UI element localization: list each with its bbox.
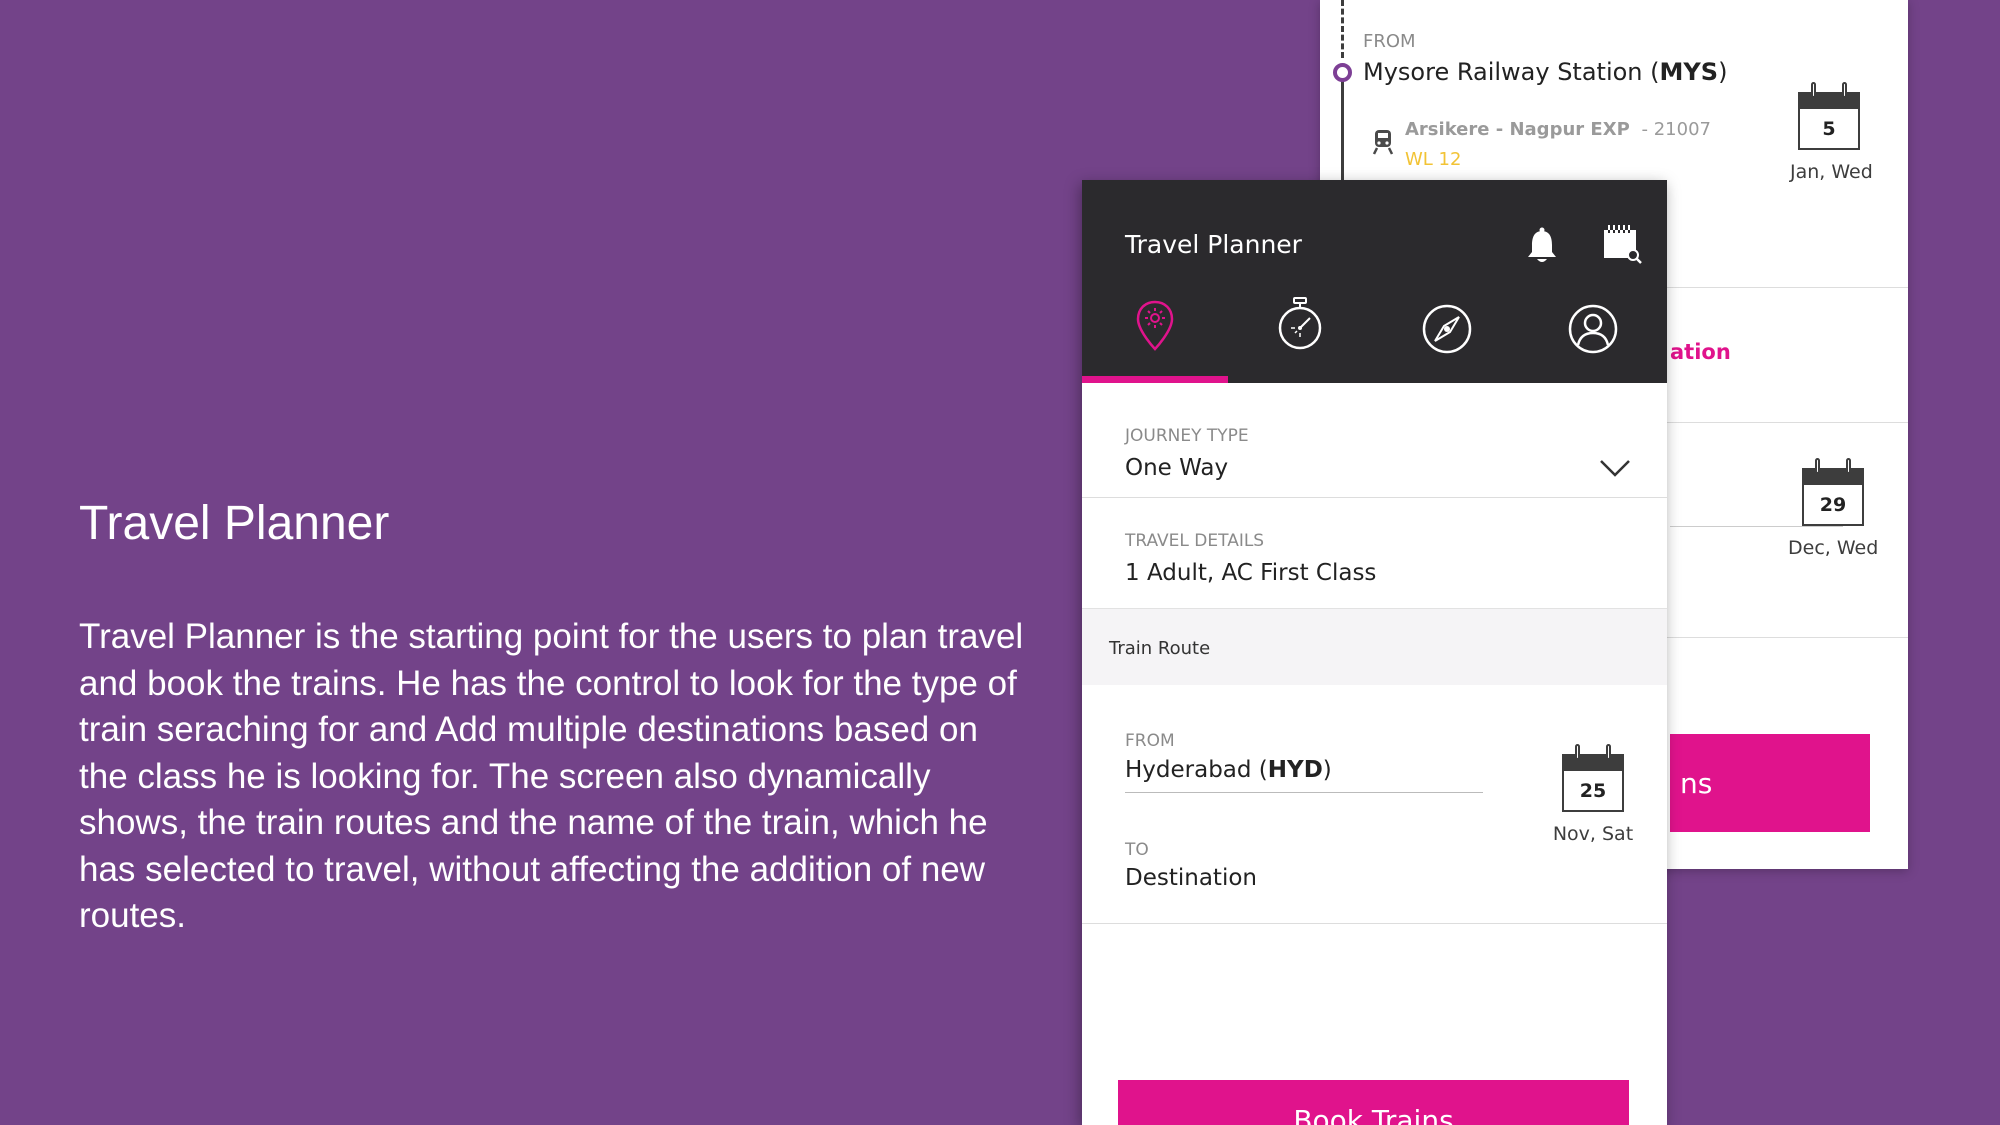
bell-icon[interactable] bbox=[1525, 226, 1559, 264]
tab-explore[interactable] bbox=[1374, 282, 1520, 383]
back-from-station: Mysore Railway Station (MYS) bbox=[1363, 58, 1727, 86]
train-name: Arsikere - Nagpur EXP bbox=[1405, 119, 1630, 140]
calendar-icon[interactable]: 29 bbox=[1802, 458, 1864, 526]
from-close: ) bbox=[1322, 757, 1332, 783]
from-underline bbox=[1125, 792, 1483, 793]
tab-history[interactable] bbox=[1228, 282, 1374, 383]
back-from-station-close: ) bbox=[1718, 58, 1728, 86]
back-date2-label: Dec, Wed bbox=[1788, 537, 1879, 559]
tab-profile[interactable] bbox=[1520, 282, 1667, 383]
to-label: TO bbox=[1125, 840, 1149, 860]
calendar-day: 25 bbox=[1562, 771, 1624, 812]
train-number: - 21007 bbox=[1641, 119, 1711, 140]
from-code: HYD bbox=[1267, 757, 1323, 783]
back-from-station-code: MYS bbox=[1659, 58, 1719, 86]
back-date1-label: Jan, Wed bbox=[1790, 161, 1873, 183]
profile-icon bbox=[1568, 304, 1618, 354]
back-from-label: FROM bbox=[1363, 31, 1416, 52]
from-label: FROM bbox=[1125, 731, 1175, 751]
from-city: Hyderabad ( bbox=[1125, 757, 1268, 783]
train-route-section-header: Train Route bbox=[1082, 608, 1667, 685]
train-info: Arsikere - Nagpur EXP - 21007 bbox=[1405, 119, 1711, 140]
calendar-icon[interactable]: 25 bbox=[1562, 744, 1624, 812]
route-timeline-line bbox=[1341, 0, 1344, 58]
calendar-day: 5 bbox=[1798, 109, 1860, 150]
train-icon bbox=[1372, 130, 1394, 155]
travel-details-label: TRAVEL DETAILS bbox=[1125, 531, 1265, 551]
travel-details-value: 1 Adult, AC First Class bbox=[1125, 560, 1377, 586]
back-from-station-name: Mysore Railway Station ( bbox=[1363, 58, 1660, 86]
app-title: Travel Planner bbox=[1125, 230, 1302, 259]
tab-location[interactable] bbox=[1082, 282, 1228, 383]
book-trains-label: Book Trains bbox=[1293, 1104, 1454, 1125]
journey-type-label: JOURNEY TYPE bbox=[1125, 426, 1249, 446]
field-underline bbox=[1670, 526, 1843, 527]
back-primary-button[interactable]: ns bbox=[1670, 734, 1870, 832]
to-field[interactable]: TO Destination bbox=[1125, 820, 1485, 891]
tab-active-indicator bbox=[1082, 376, 1228, 383]
calendar-search-icon[interactable] bbox=[1602, 224, 1642, 264]
chevron-down-icon[interactable] bbox=[1599, 458, 1631, 478]
travel-planner-screen: Travel Planner JOURNEY TYPE One Way TRAV… bbox=[1082, 180, 1667, 1125]
section-title: Train Route bbox=[1109, 638, 1211, 659]
app-header: Travel Planner bbox=[1082, 180, 1667, 383]
back-primary-button-label: ns bbox=[1680, 766, 1713, 800]
date-label: Nov, Sat bbox=[1552, 823, 1634, 845]
waitlist-status: WL 12 bbox=[1405, 149, 1462, 170]
journey-type-value: One Way bbox=[1125, 455, 1229, 481]
add-destination-link[interactable]: ation bbox=[1670, 340, 1731, 364]
calendar-day: 29 bbox=[1802, 485, 1864, 526]
divider bbox=[1082, 923, 1667, 924]
from-field[interactable]: FROM Hyderabad (HYD) bbox=[1125, 720, 1485, 793]
promo-title: Travel Planner bbox=[79, 497, 390, 550]
location-pin-icon bbox=[1136, 300, 1174, 351]
route-stop-dot bbox=[1333, 63, 1352, 82]
stopwatch-icon bbox=[1278, 297, 1322, 350]
from-value: Hyderabad (HYD) bbox=[1125, 757, 1332, 783]
to-value: Destination bbox=[1125, 865, 1257, 891]
calendar-icon[interactable]: 5 bbox=[1798, 82, 1860, 150]
compass-icon bbox=[1422, 304, 1472, 354]
promo-description: Travel Planner is the starting point for… bbox=[79, 617, 1024, 935]
book-trains-button[interactable]: Book Trains bbox=[1118, 1080, 1629, 1125]
travel-details-field[interactable]: TRAVEL DETAILS 1 Adult, AC First Class bbox=[1082, 498, 1667, 588]
